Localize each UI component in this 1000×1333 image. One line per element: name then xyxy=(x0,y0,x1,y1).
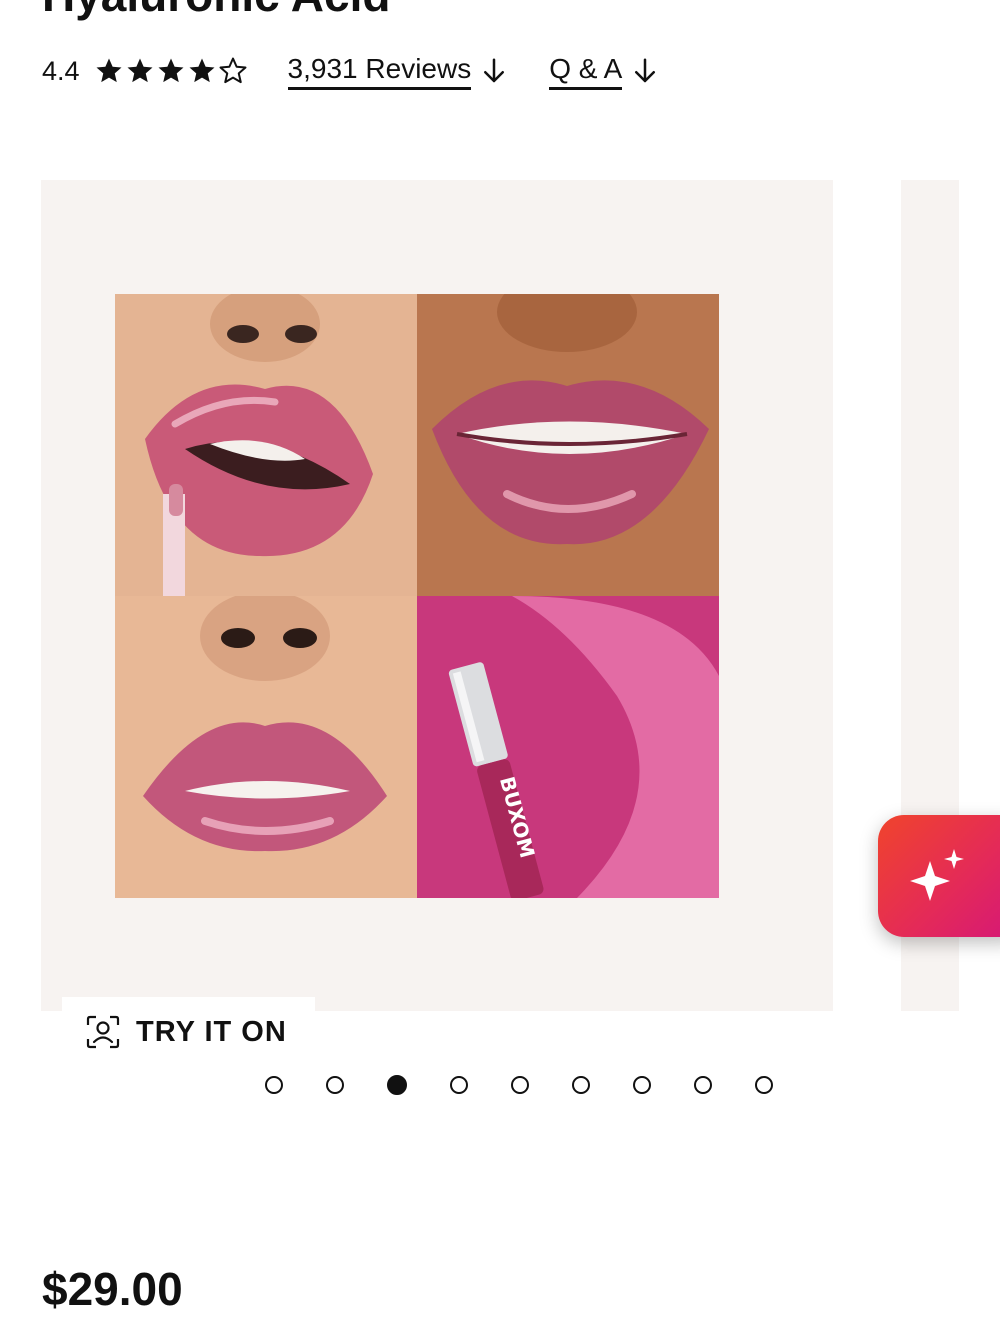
carousel-dot[interactable] xyxy=(694,1076,712,1094)
carousel-dot[interactable] xyxy=(633,1076,651,1094)
carousel-dot[interactable] xyxy=(265,1076,283,1094)
model-lips-image-2 xyxy=(417,294,719,596)
model-lips-image-1 xyxy=(115,294,417,596)
carousel-pagination xyxy=(265,1074,816,1096)
product-image-carousel[interactable]: BUXOM xyxy=(0,180,1000,1015)
star-outline-icon xyxy=(219,57,247,84)
product-image: BUXOM xyxy=(115,294,719,898)
reviews-link[interactable]: 3,931 Reviews xyxy=(287,53,510,90)
star-icon xyxy=(127,58,153,83)
carousel-dot[interactable] xyxy=(511,1076,529,1094)
carousel-dot[interactable] xyxy=(572,1076,590,1094)
qa-link-label[interactable]: Q & A xyxy=(549,53,623,90)
product-tube-image: BUXOM xyxy=(417,596,719,898)
product-title: Hyaluronic Acid xyxy=(42,0,390,22)
rating-value: 4.4 xyxy=(42,55,80,86)
try-it-on-label: TRY IT ON xyxy=(136,1015,287,1048)
sparkle-icon xyxy=(910,849,964,901)
reviews-link-label[interactable]: 3,931 Reviews xyxy=(287,53,472,90)
carousel-dot[interactable] xyxy=(755,1076,773,1094)
product-price: $29.00 xyxy=(42,1263,183,1315)
model-lips-image-3 xyxy=(115,596,417,898)
star-rating xyxy=(94,56,248,86)
rating-row: 4.4 3,931 Reviews Q & A xyxy=(42,48,660,94)
carousel-dot-active[interactable] xyxy=(387,1075,407,1095)
carousel-dot[interactable] xyxy=(326,1076,344,1094)
qa-link[interactable]: Q & A xyxy=(549,53,660,90)
arrow-down-icon xyxy=(484,58,505,83)
try-it-on-button[interactable]: TRY IT ON xyxy=(62,997,315,1067)
star-icon xyxy=(158,58,184,83)
face-scan-icon xyxy=(86,1015,120,1049)
ai-assistant-button[interactable] xyxy=(878,815,1000,937)
carousel-dot[interactable] xyxy=(450,1076,468,1094)
product-image-slide[interactable]: BUXOM xyxy=(41,180,833,1011)
star-icon xyxy=(189,58,215,83)
arrow-down-icon xyxy=(635,58,656,83)
star-icon xyxy=(96,58,122,83)
